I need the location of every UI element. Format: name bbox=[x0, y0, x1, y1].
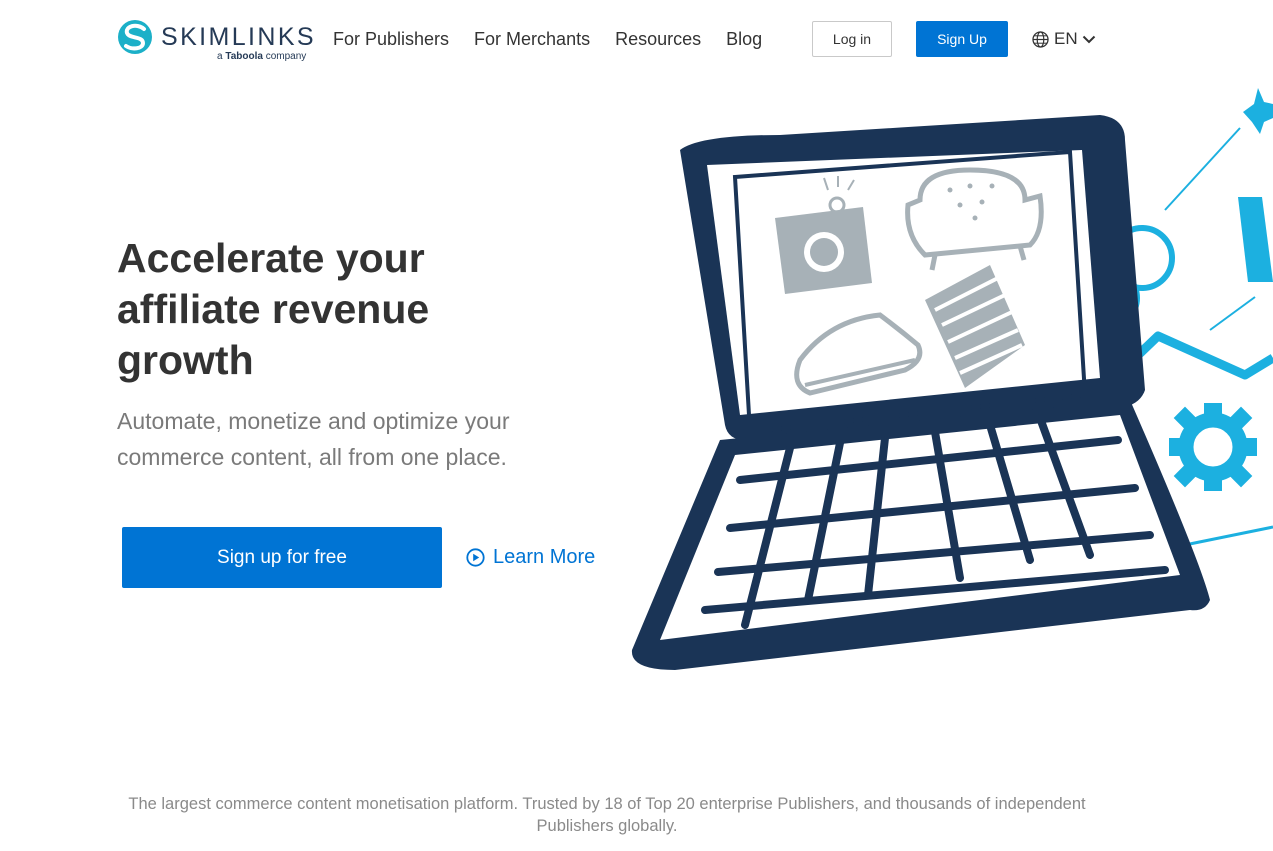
login-button[interactable]: Log in bbox=[812, 21, 892, 57]
laptop-illustration bbox=[631, 88, 1273, 670]
chevron-down-icon bbox=[1082, 35, 1095, 44]
language-label: EN bbox=[1054, 29, 1078, 48]
hero-title: Accelerate your affiliate revenue growth bbox=[117, 235, 430, 383]
learn-more-link[interactable]: Learn More bbox=[466, 546, 595, 568]
main-nav: For Publishers For Merchants Resources B… bbox=[333, 28, 787, 50]
laptop-screen bbox=[680, 115, 1145, 440]
nav-item-resources[interactable]: Resources bbox=[615, 28, 701, 50]
hero-subtitle: Automate, monetize and optimize your com… bbox=[117, 408, 510, 470]
signup-button[interactable]: Sign Up bbox=[916, 21, 1008, 57]
language-selector[interactable]: EN bbox=[1032, 29, 1096, 49]
globe-icon bbox=[1032, 30, 1049, 48]
laptop-keyboard bbox=[631, 400, 1210, 670]
sign-up-free-button[interactable]: Sign up for free bbox=[122, 527, 442, 588]
logo-wordmark: SKIMLINKS bbox=[161, 23, 316, 51]
nav-item-for-publishers[interactable]: For Publishers bbox=[333, 28, 449, 50]
skimlinks-s-icon bbox=[118, 20, 152, 54]
star-shape bbox=[1243, 88, 1273, 134]
site-header: SKIMLINKS a Taboola company For Publishe… bbox=[0, 0, 1273, 80]
nav-item-for-merchants[interactable]: For Merchants bbox=[474, 28, 590, 50]
nav-item-blog[interactable]: Blog bbox=[726, 28, 762, 50]
trust-statement: The largest commerce content monetisatio… bbox=[128, 795, 1086, 835]
logo-tagline: a Taboola company bbox=[217, 51, 307, 62]
learn-more-label: Learn More bbox=[493, 546, 596, 568]
skimlinks-logo[interactable]: SKIMLINKS a Taboola company bbox=[117, 19, 314, 65]
gear-shape bbox=[1169, 403, 1257, 491]
play-circle-icon bbox=[466, 547, 485, 567]
